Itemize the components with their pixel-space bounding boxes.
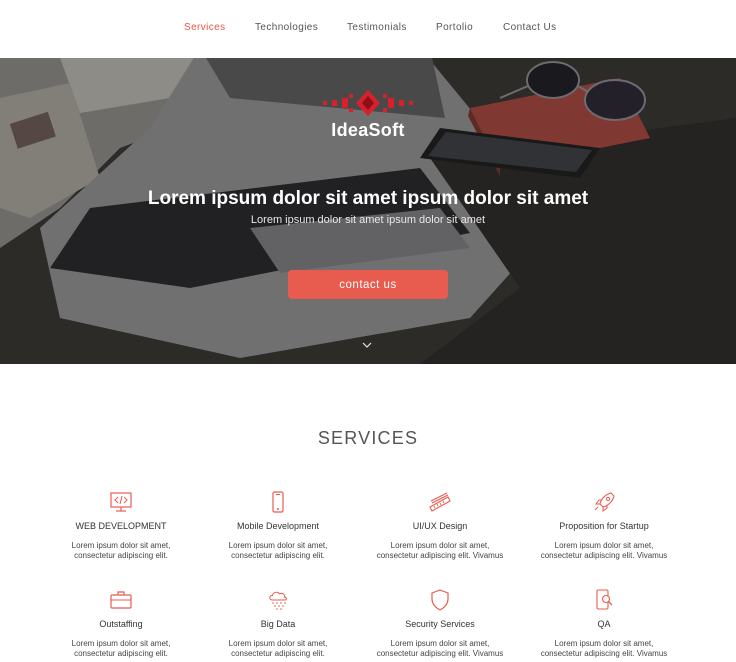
service-name: Big Data [260, 619, 296, 629]
service-description: Lorem ipsum dolor sit amet, consectetur … [228, 639, 328, 658]
hero-headline: Lorem ipsum dolor sit amet ipsum dolor s… [147, 188, 589, 209]
nav-link-portfolio[interactable]: Portolio [436, 22, 473, 33]
brand-name: IdeaSoft [331, 120, 405, 140]
ideasoft-logo-icon [323, 90, 413, 116]
service-card-mobile-development: Mobile Development Lorem ipsum dolor sit… [193, 491, 363, 561]
service-name: UI/UX Design [412, 521, 468, 531]
service-name: QA [597, 619, 611, 629]
hero-subline: Lorem ipsum dolor sit amet ipsum dolor s… [250, 214, 486, 226]
hero-banner: IdeaSoft Lorem ipsum dolor sit amet ipsu… [0, 58, 736, 364]
service-description: Lorem ipsum dolor sit amet, consectetur … [71, 541, 171, 560]
nav-link-technologies[interactable]: Technologies [255, 22, 318, 33]
service-card-proposition-for-startup: Proposition for Startup Lorem ipsum dolo… [519, 491, 689, 561]
service-description: Lorem ipsum dolor sit amet, consectetur … [540, 541, 668, 560]
service-name: Security Services [405, 619, 475, 629]
nav-link-contact-us[interactable]: Contact Us [503, 22, 556, 33]
service-name: Mobile Development [236, 521, 320, 531]
briefcase-icon [110, 591, 132, 609]
chevron-down-icon[interactable] [361, 340, 373, 350]
service-card-qa: QA Lorem ipsum dolor sit amet, consectet… [519, 589, 689, 659]
service-card-web-development: WEB DEVELOPMENT Lorem ipsum dolor sit am… [36, 491, 206, 561]
shield-icon [431, 589, 449, 611]
nav-link-testimonials[interactable]: Testimonials [347, 22, 407, 33]
ruler-pencil-icon [429, 492, 451, 512]
nav-link-services[interactable]: Services [184, 22, 226, 33]
service-name: Outstaffing [99, 619, 143, 629]
service-description: Lorem ipsum dolor sit amet, consectetur … [376, 541, 504, 560]
service-description: Lorem ipsum dolor sit amet, consectetur … [540, 639, 668, 658]
service-description: Lorem ipsum dolor sit amet, consectetur … [71, 639, 171, 658]
service-description: Lorem ipsum dolor sit amet, consectetur … [228, 541, 328, 560]
services-section-title: SERVICES [317, 428, 419, 448]
service-description: Lorem ipsum dolor sit amet, consectetur … [376, 639, 504, 658]
smartphone-icon [272, 491, 284, 513]
service-card-big-data: Big Data Lorem ipsum dolor sit amet, con… [193, 589, 363, 659]
cloud-data-icon [269, 591, 287, 610]
rocket-icon [594, 492, 615, 512]
contact-us-button[interactable]: contact us [288, 270, 448, 299]
service-card-security-services: Security Services Lorem ipsum dolor sit … [355, 589, 525, 659]
top-navigation: Services Technologies Testimonials Porto… [0, 0, 736, 58]
service-card-ui-ux-design: UI/UX Design Lorem ipsum dolor sit amet,… [355, 491, 525, 561]
service-card-outstaffing: Outstaffing Lorem ipsum dolor sit amet, … [36, 589, 206, 659]
service-name: Proposition for Startup [559, 521, 649, 531]
service-name: WEB DEVELOPMENT [75, 521, 167, 531]
phone-search-icon [596, 589, 613, 610]
code-monitor-icon [110, 492, 132, 512]
